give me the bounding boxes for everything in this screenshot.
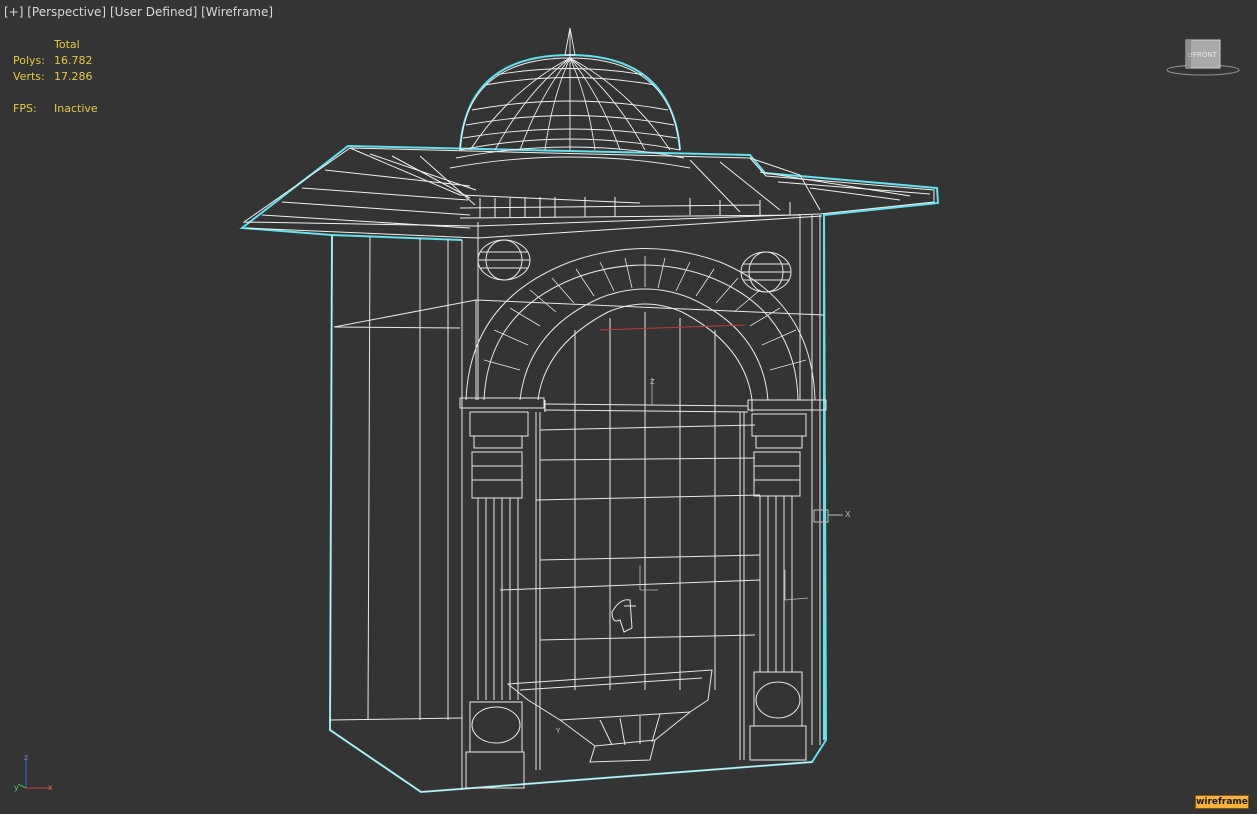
wireframe-fountain-model[interactable]: X Z Y z x y	[0, 0, 1257, 814]
wireframe-mode-badge[interactable]: wireframe	[1195, 795, 1249, 809]
axis-z-label: z	[24, 753, 28, 762]
selection-outline	[239, 53, 940, 794]
viewcube-front-label[interactable]: FRONT	[1193, 51, 1218, 59]
axis-x-label: x	[48, 783, 53, 792]
pivot-gizmo-right[interactable]	[813, 509, 843, 523]
gizmo-x-label: X	[845, 510, 851, 519]
perspective-viewport[interactable]: [+] [Perspective] [User Defined] [Wirefr…	[0, 0, 1257, 814]
body-wireframe	[329, 215, 827, 793]
axis-y-label: y	[14, 783, 19, 792]
roof-wireframe	[242, 147, 935, 239]
viewcube[interactable]: FRONT LT	[1166, 36, 1240, 78]
gizmo-z-label: Z	[650, 378, 655, 386]
dome-wireframe	[449, 27, 691, 169]
world-axis-tripod	[17, 760, 50, 789]
construction-line	[599, 324, 746, 331]
gizmo-y-label: Y	[555, 727, 561, 735]
